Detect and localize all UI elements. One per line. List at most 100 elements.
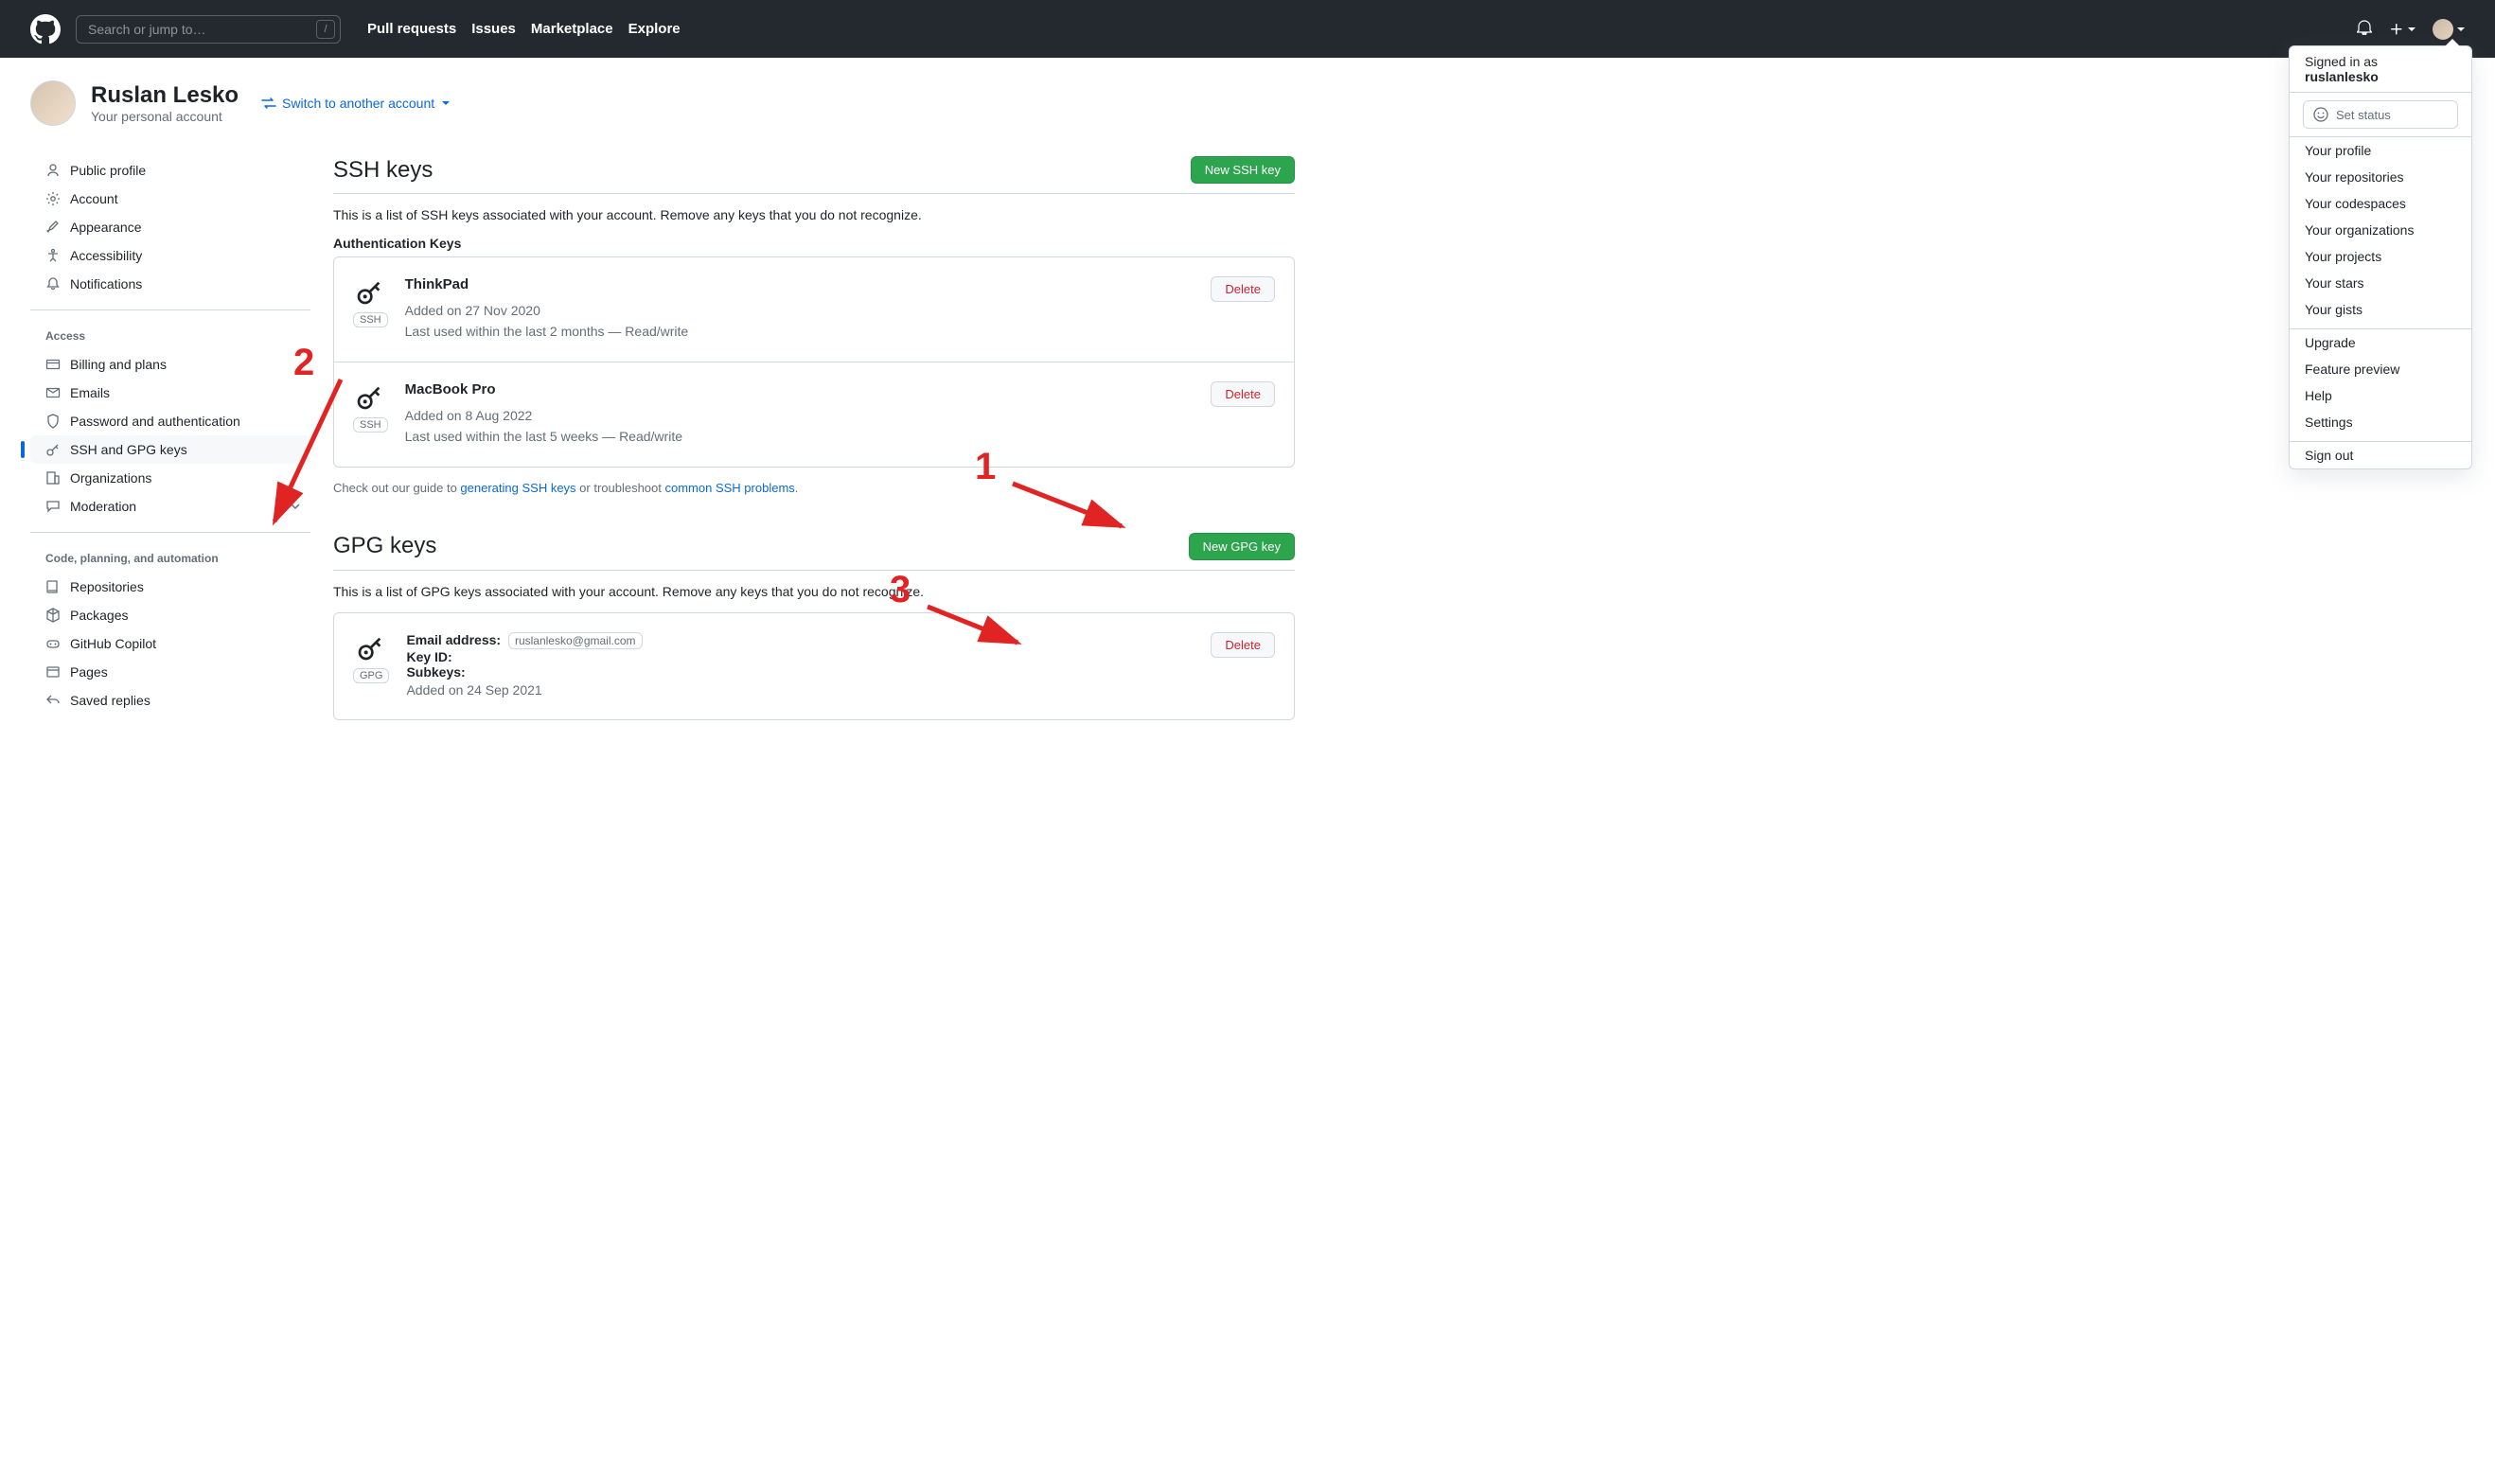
ssh-guide: Check out our guide to generating SSH ke… xyxy=(333,481,1295,495)
menu-your-gists[interactable]: Your gists xyxy=(2290,296,2471,323)
package-icon xyxy=(45,608,61,623)
menu-your-stars[interactable]: Your stars xyxy=(2290,270,2471,296)
ssh-section-title: SSH keys xyxy=(333,157,433,184)
chevron-down-icon xyxy=(288,499,303,514)
bell-icon xyxy=(45,276,61,292)
set-status-button[interactable]: Set status xyxy=(2303,100,2458,129)
github-logo[interactable] xyxy=(30,14,61,44)
create-new-dropdown[interactable] xyxy=(2389,22,2415,37)
avatar-icon xyxy=(2433,19,2453,40)
ssh-badge: SSH xyxy=(353,417,388,433)
nav-issues[interactable]: Issues xyxy=(471,21,516,37)
settings-sidebar: Public profile Account Appearance Access… xyxy=(30,156,310,737)
sidebar-item-billing[interactable]: Billing and plans xyxy=(30,350,310,379)
signed-in-label: Signed in as ruslanlesko xyxy=(2290,46,2471,92)
generating-ssh-keys-link[interactable]: generating SSH keys xyxy=(460,481,575,495)
gpg-desc: This is a list of GPG keys associated wi… xyxy=(333,584,1295,599)
accessibility-icon xyxy=(45,248,61,263)
nav-explore[interactable]: Explore xyxy=(628,21,681,37)
credit-card-icon xyxy=(45,357,61,372)
menu-feature-preview[interactable]: Feature preview xyxy=(2290,356,2471,382)
smiley-icon xyxy=(2313,107,2328,122)
topbar: / Pull requests Issues Marketplace Explo… xyxy=(0,0,2495,58)
sidebar-item-accessibility[interactable]: Accessibility xyxy=(30,241,310,270)
key-icon xyxy=(355,381,385,412)
caret-down-icon xyxy=(442,101,450,105)
new-gpg-key-button[interactable]: New GPG key xyxy=(1189,533,1295,560)
menu-your-repositories[interactable]: Your repositories xyxy=(2290,164,2471,190)
organization-icon xyxy=(45,470,61,486)
sidebar-item-saved-replies[interactable]: Saved replies xyxy=(30,686,310,715)
menu-help[interactable]: Help xyxy=(2290,382,2471,409)
ssh-key-used: Last used within the last 2 months — Rea… xyxy=(405,321,1194,342)
menu-upgrade[interactable]: Upgrade xyxy=(2290,329,2471,356)
key-icon xyxy=(356,632,386,662)
sidebar-item-account[interactable]: Account xyxy=(30,185,310,213)
caret-down-icon xyxy=(2408,27,2415,31)
shield-lock-icon xyxy=(45,414,61,429)
browser-icon xyxy=(45,664,61,680)
gpg-badge: GPG xyxy=(353,668,389,683)
profile-name: Ruslan Lesko xyxy=(91,82,239,109)
repo-icon xyxy=(45,579,61,594)
sidebar-item-notifications[interactable]: Notifications xyxy=(30,270,310,298)
gpg-email-value: ruslanlesko@gmail.com xyxy=(508,632,643,649)
search-input[interactable] xyxy=(76,15,341,44)
menu-your-organizations[interactable]: Your organizations xyxy=(2290,217,2471,243)
sidebar-item-packages[interactable]: Packages xyxy=(30,601,310,629)
delete-ssh-key-button[interactable]: Delete xyxy=(1211,276,1275,302)
gpg-key-list: GPG Email address: ruslanlesko@gmail.com… xyxy=(333,612,1295,720)
person-icon xyxy=(45,163,61,178)
sidebar-item-emails[interactable]: Emails xyxy=(30,379,310,407)
key-icon xyxy=(45,442,61,457)
notifications-icon[interactable] xyxy=(2357,20,2372,38)
top-nav: Pull requests Issues Marketplace Explore xyxy=(367,21,681,37)
gear-icon xyxy=(45,191,61,206)
common-ssh-problems-link[interactable]: common SSH problems xyxy=(665,481,795,495)
search-box: / xyxy=(76,15,341,44)
ssh-key-name: MacBook Pro xyxy=(405,381,1194,398)
sidebar-item-ssh-gpg-keys[interactable]: SSH and GPG keys xyxy=(30,435,310,464)
new-ssh-key-button[interactable]: New SSH key xyxy=(1191,156,1295,184)
menu-settings[interactable]: Settings xyxy=(2290,409,2471,435)
sidebar-item-pages[interactable]: Pages xyxy=(30,658,310,686)
profile-avatar xyxy=(30,80,76,126)
ssh-badge: SSH xyxy=(353,312,388,327)
sidebar-item-password-auth[interactable]: Password and authentication xyxy=(30,407,310,435)
menu-your-profile[interactable]: Your profile xyxy=(2290,137,2471,164)
key-icon xyxy=(355,276,385,307)
profile-sub: Your personal account xyxy=(91,109,222,124)
gpg-section-title: GPG keys xyxy=(333,533,436,559)
sidebar-item-appearance[interactable]: Appearance xyxy=(30,213,310,241)
menu-your-codespaces[interactable]: Your codespaces xyxy=(2290,190,2471,217)
sidebar-item-organizations[interactable]: Organizations xyxy=(30,464,310,492)
nav-marketplace[interactable]: Marketplace xyxy=(531,21,613,37)
user-menu-trigger[interactable] xyxy=(2433,19,2465,40)
auth-keys-label: Authentication Keys xyxy=(333,236,1295,251)
profile-header: Ruslan Lesko Your personal account Switc… xyxy=(0,58,2495,133)
ssh-key-added: Added on 8 Aug 2022 xyxy=(405,405,1194,426)
menu-sign-out[interactable]: Sign out xyxy=(2290,442,2471,468)
switch-account-link[interactable]: Switch to another account xyxy=(261,96,450,111)
gpg-key-row: GPG Email address: ruslanlesko@gmail.com… xyxy=(334,613,1294,719)
nav-pull-requests[interactable]: Pull requests xyxy=(367,21,456,37)
gpg-added: Added on 24 Sep 2021 xyxy=(406,680,1194,700)
delete-gpg-key-button[interactable]: Delete xyxy=(1211,632,1275,658)
sidebar-item-copilot[interactable]: GitHub Copilot xyxy=(30,629,310,658)
username: ruslanlesko xyxy=(2305,69,2456,84)
caret-down-icon xyxy=(2457,27,2465,31)
ssh-key-row: SSH ThinkPad Added on 27 Nov 2020 Last u… xyxy=(334,257,1294,362)
sidebar-item-public-profile[interactable]: Public profile xyxy=(30,156,310,185)
menu-your-projects[interactable]: Your projects xyxy=(2290,243,2471,270)
gpg-keyid-label: Key ID: xyxy=(406,649,1194,664)
ssh-key-row: SSH MacBook Pro Added on 8 Aug 2022 Last… xyxy=(334,362,1294,467)
mail-icon xyxy=(45,385,61,400)
ssh-desc: This is a list of SSH keys associated wi… xyxy=(333,207,1295,222)
sidebar-item-moderation[interactable]: Moderation xyxy=(30,492,310,521)
sidebar-item-repositories[interactable]: Repositories xyxy=(30,573,310,601)
sidebar-heading-code: Code, planning, and automation xyxy=(30,544,310,573)
ssh-key-name: ThinkPad xyxy=(405,276,1194,292)
ssh-key-added: Added on 27 Nov 2020 xyxy=(405,300,1194,321)
delete-ssh-key-button[interactable]: Delete xyxy=(1211,381,1275,407)
gpg-subkeys-label: Subkeys: xyxy=(406,664,1194,680)
